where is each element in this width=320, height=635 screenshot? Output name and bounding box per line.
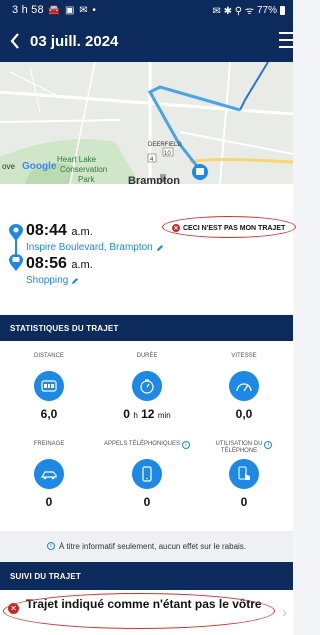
stat-value: 0 (45, 495, 53, 509)
svg-text:10: 10 (164, 151, 171, 157)
duration-minutes-unit: min (157, 411, 171, 420)
not-my-trip-button[interactable]: ✕ CECI N'EST PAS MON TRAJET (172, 224, 285, 232)
end-time: 08:56 (26, 255, 67, 272)
svg-text:Heart Lake: Heart Lake (57, 155, 97, 164)
map-canvas: DEERFIELD 4 10 Heart Lake Conservation P… (0, 62, 293, 184)
status-time: 3 h 58 (12, 4, 44, 16)
stat-phone-calls: APPELS TÉLÉPHONIQUES i 0 (98, 441, 196, 509)
end-place: Shopping (26, 275, 69, 286)
trip-timeline (15, 240, 17, 254)
phone-usage-label-line1: UTILISATION DU (215, 441, 263, 447)
speedometer-icon (229, 371, 259, 401)
stats-header: STATISTIQUES DU TRAJET (0, 315, 293, 341)
stat-value: 0 (240, 495, 248, 509)
phone-touch-icon (229, 459, 259, 489)
duration-hours-unit: h (133, 411, 138, 420)
app-header: 03 juill. 2024 (0, 20, 293, 62)
trip-summary: 08:44 a.m. Inspire Boulevard, Brampton 0… (0, 184, 296, 314)
phone-usage-label: UTILISATION DU TÉLÉPHONE (216, 441, 263, 455)
stat-phone-usage: UTILISATION DU TÉLÉPHONE i 0 (195, 441, 293, 509)
not-my-trip-label: CECI N'EST PAS MON TRAJET (183, 224, 286, 232)
phone-usage-label-line2: TÉLÉPHONE (220, 448, 258, 454)
stat-label: UTILISATION DU TÉLÉPHONE i (195, 441, 293, 457)
status-right: ✉ ✱ ⚲ ᯤ 77% (212, 3, 285, 17)
google-logo: Google (22, 161, 57, 172)
stat-label: FREINAGE (33, 441, 65, 447)
back-button[interactable] (0, 33, 30, 49)
page-title: 03 juill. 2024 (30, 32, 119, 50)
pencil-icon (72, 277, 79, 284)
status-system-icons: ✉ ✱ ⚲ ᯤ (212, 6, 254, 17)
end-ampm: a.m. (71, 259, 93, 271)
duration-hours: 0 (123, 407, 130, 421)
trip-start: 08:44 a.m. Inspire Boulevard, Brampton (26, 222, 164, 253)
info-note-text: À titre informatif seulement, aucun effe… (58, 541, 247, 551)
trip-map[interactable]: DEERFIELD 4 10 Heart Lake Conservation P… (0, 62, 293, 184)
chevron-left-icon (10, 33, 19, 49)
info-note: i À titre informatif seulement, aucun ef… (0, 531, 293, 561)
stat-speed: VITESSE 0,0 (195, 353, 293, 421)
phone-icon (132, 459, 162, 489)
status-bar: 3 h 58 🚘 ▣ ✉ • ✉ ✱ ⚲ ᯤ 77% (0, 0, 293, 20)
stat-value: 0 h 12 min (98, 407, 196, 421)
stat-value: 0 (143, 495, 151, 509)
stat-label: VITESSE (231, 353, 257, 359)
menu-button[interactable] (279, 32, 293, 53)
info-icon[interactable]: i (264, 441, 273, 449)
stat-distance: DISTANCE 6,0 (0, 353, 98, 421)
pencil-icon (156, 244, 163, 251)
start-ampm: a.m. (71, 226, 93, 238)
svg-text:DEERFIELD: DEERFIELD (148, 142, 182, 148)
menu-icon (279, 32, 293, 34)
status-notification-icons: 🚘 ▣ ✉ • (47, 4, 97, 16)
stat-label: APPELS TÉLÉPHONIQUES i (98, 441, 196, 457)
close-circle-icon: ✕ (8, 603, 19, 614)
stat-label: DURÉE (136, 353, 158, 359)
braking-icon (34, 459, 64, 489)
close-circle-icon: ✕ (172, 224, 180, 232)
chevron-right-icon: › (282, 604, 287, 620)
start-place-edit[interactable]: Inspire Boulevard, Brampton (26, 242, 164, 253)
info-icon[interactable]: i (181, 441, 190, 449)
svg-text:Park: Park (78, 175, 95, 184)
svg-text:ove: ove (2, 162, 15, 171)
stat-value: 0,0 (235, 407, 253, 421)
stat-duration: DURÉE 0 h 12 min (98, 353, 196, 421)
follow-status-text: Trajet indiqué comme n'étant pas le vôtr… (26, 597, 262, 611)
svg-text:Brampton: Brampton (128, 175, 180, 184)
battery-level: 77% (256, 4, 277, 16)
follow-header: SUIVI DU TRAJET (0, 562, 293, 590)
start-place: Inspire Boulevard, Brampton (26, 242, 153, 253)
trip-end: 08:56 a.m. Shopping (26, 255, 93, 286)
stat-braking: FREINAGE 0 (0, 441, 98, 509)
follow-status-row[interactable]: ✕ Trajet indiqué comme n'étant pas le vô… (0, 590, 293, 635)
battery-icon (280, 5, 285, 15)
phone-calls-label: APPELS TÉLÉPHONIQUES (104, 441, 180, 447)
odometer-icon (34, 371, 64, 401)
duration-minutes: 12 (141, 407, 155, 421)
trip-stats: DISTANCE 6,0 DURÉE 0 h 12 min VITESSE 0,… (0, 341, 293, 531)
info-icon: i (46, 542, 55, 550)
end-pin-icon (9, 254, 23, 271)
start-time: 08:44 (26, 222, 67, 239)
stat-label: DISTANCE (34, 353, 64, 359)
end-place-edit[interactable]: Shopping (26, 275, 93, 286)
stat-value: 6,0 (40, 407, 58, 421)
timer-icon (132, 371, 162, 401)
svg-text:Conservation: Conservation (60, 165, 107, 174)
